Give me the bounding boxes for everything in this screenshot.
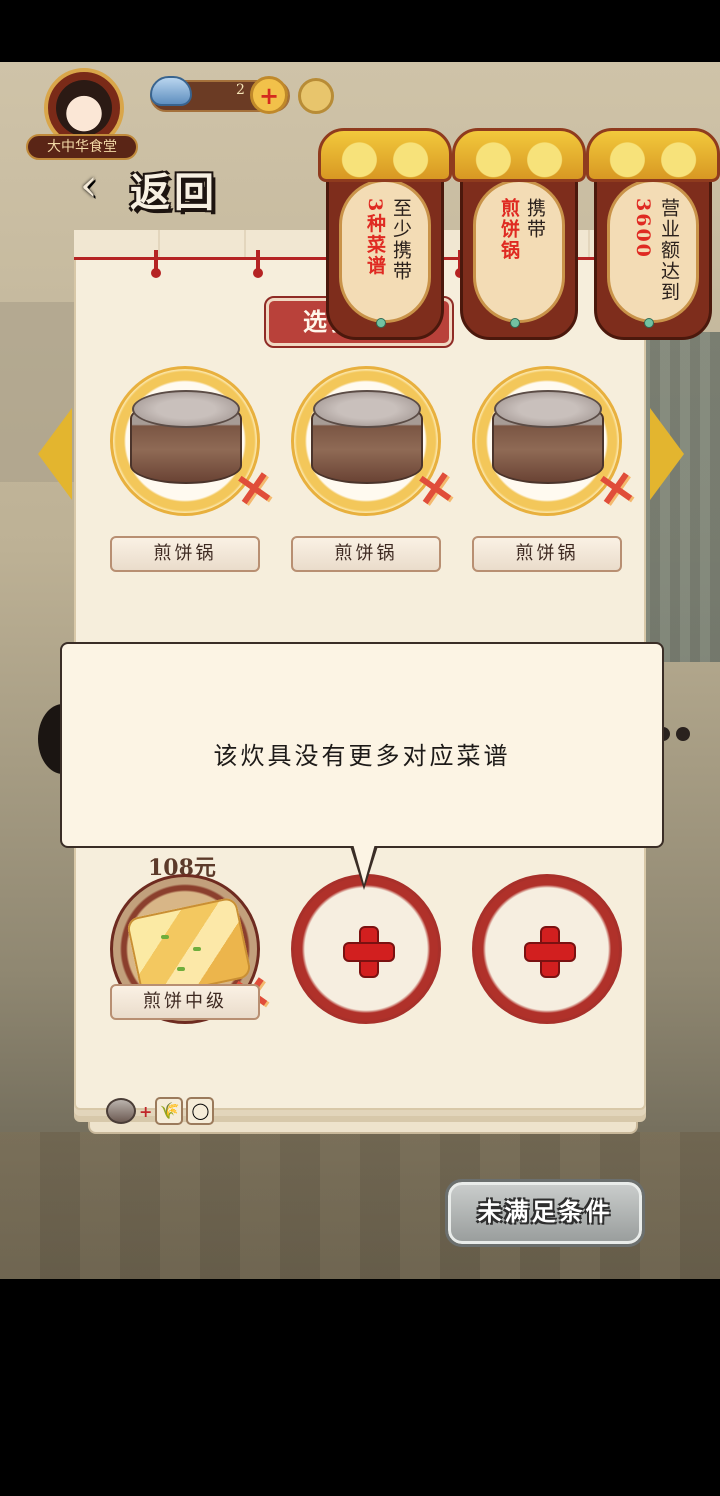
scallion-garnish	[177, 967, 185, 971]
gem-icon	[510, 318, 520, 328]
cookware-label-1: 煎饼锅	[110, 536, 260, 572]
recipe-slot-3-empty[interactable]	[472, 874, 622, 1024]
pan-surface	[313, 390, 421, 428]
pan-surface	[494, 390, 602, 428]
condition-card-3: 营业额达到 3600	[586, 128, 720, 342]
back-label: 返回	[130, 169, 218, 216]
silver-ingot-icon	[150, 76, 192, 106]
condition-frame: 营业额达到 3600	[594, 168, 712, 340]
condition-text: 携带	[524, 198, 546, 240]
cloud-ornament-icon	[586, 128, 720, 182]
next-page-arrow-icon[interactable]	[650, 408, 684, 500]
tooltip-message: 该炊具没有更多对应菜谱	[213, 742, 511, 770]
condition-highlight: 3600	[632, 198, 654, 259]
tooltip-pointer	[350, 844, 378, 890]
back-button[interactable]: ‹ 返回	[80, 158, 250, 218]
add-recipe-plus-icon	[526, 928, 574, 976]
condition-text: 营业额达到	[658, 198, 680, 303]
condition-scroll: 营业额达到 3600	[607, 179, 699, 323]
back-arrow-icon: ‹	[80, 160, 98, 211]
recipe-slot-2-empty[interactable]	[291, 874, 441, 1024]
condition-scroll: 携带 煎饼锅	[473, 179, 565, 323]
cookware-label-3: 煎饼锅	[472, 536, 622, 572]
panel-pin	[151, 250, 161, 280]
game-scene: 大中华食堂 2 + ‹ 返回 选择锅具 ✕ ✕ ✕ 煎饼锅 煎饼锅 煎饼锅	[0, 62, 720, 1279]
pot-icon	[106, 1098, 136, 1124]
restaurant-name: 大中华食堂	[26, 134, 138, 160]
tooltip-popup[interactable]: 该炊具没有更多对应菜谱	[60, 642, 664, 848]
wheat-icon: 🌾	[155, 1097, 184, 1125]
condition-frame: 携带 煎饼锅	[460, 168, 578, 340]
condition-frame: 至少携带 3种菜谱	[326, 168, 444, 340]
plus-sign: +	[139, 1101, 153, 1121]
cookware-slot-3[interactable]: ✕	[472, 366, 640, 519]
coin-icon	[298, 78, 334, 114]
prev-page-arrow-icon[interactable]	[38, 408, 72, 500]
pan-surface	[132, 390, 240, 428]
egg-icon: ◯	[186, 1097, 215, 1125]
ingredient-list: + 🌾 ◯	[106, 1096, 215, 1126]
add-currency-button[interactable]: +	[250, 76, 288, 114]
gem-icon	[376, 318, 386, 328]
conditions-unmet-button[interactable]: 未满足条件	[445, 1179, 645, 1247]
condition-card-1: 至少携带 3种菜谱	[318, 128, 452, 342]
scallion-garnish	[193, 947, 201, 951]
condition-text: 至少携带	[390, 198, 412, 282]
currency-value: 2	[236, 82, 245, 98]
condition-card-2: 携带 煎饼锅	[452, 128, 586, 342]
scallion-garnish	[161, 935, 169, 939]
add-recipe-plus-icon	[345, 928, 393, 976]
condition-highlight: 3种菜谱	[364, 198, 386, 277]
condition-highlight: 煎饼锅	[498, 198, 520, 261]
panel-pin	[253, 250, 263, 280]
cookware-slot-1[interactable]: ✕	[110, 366, 278, 519]
gem-icon	[644, 318, 654, 328]
recipe-label-1: 煎饼中级	[110, 984, 260, 1020]
avatar-face-icon	[56, 80, 112, 136]
cookware-label-2: 煎饼锅	[291, 536, 441, 572]
condition-scroll: 至少携带 3种菜谱	[339, 179, 431, 323]
cloud-ornament-icon	[452, 128, 586, 182]
cookware-slot-2[interactable]: ✕	[291, 366, 459, 519]
cloud-ornament-icon	[318, 128, 452, 182]
